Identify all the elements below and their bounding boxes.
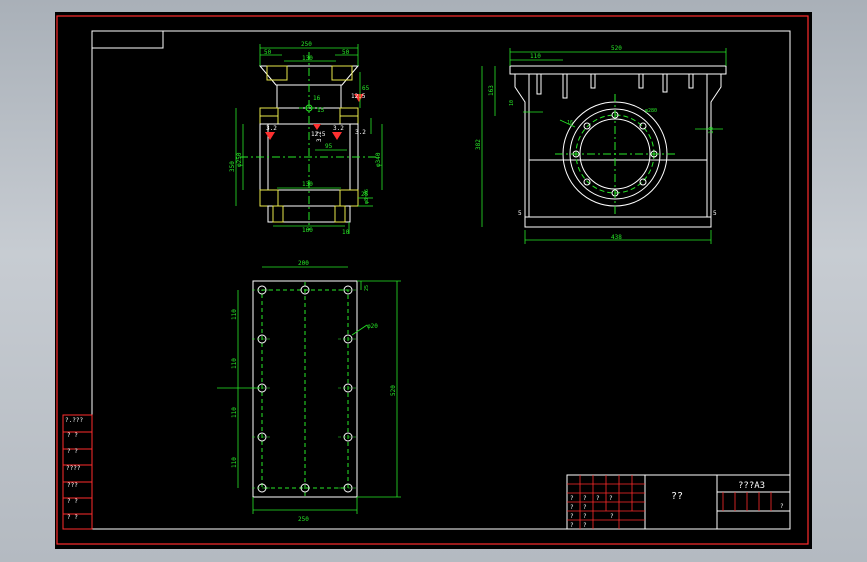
- side-view: 520 110 382 163 10 16 438 10 5 5 φ280: [475, 45, 727, 244]
- corner-box: [91, 30, 164, 49]
- grid-mark: ?: [583, 495, 587, 502]
- plate-seg: 110: [231, 309, 238, 320]
- dim-pipe-dia: 16: [313, 95, 321, 102]
- dim-top-width: 250: [301, 41, 312, 48]
- left-side-table: ?.??? ? ? ? ? ???? ??? ? ? ? ?: [62, 414, 93, 530]
- inner-frame: [91, 30, 791, 530]
- left-table-cell: ? ?: [67, 432, 78, 439]
- dim-inner-top: 130: [302, 55, 313, 62]
- side-dim-rt: 10: [708, 126, 715, 134]
- dim-c: 15: [317, 107, 325, 114]
- dim-right-flange: 50: [342, 49, 350, 56]
- side-dim-small: 16: [567, 120, 573, 126]
- plate-view: 200 250 520 φ20 25 110 110 110 110: [217, 260, 401, 523]
- plate-seg: 110: [231, 457, 238, 468]
- grid-mark: ?: [780, 503, 784, 510]
- side-circle-label: φ280: [645, 108, 657, 114]
- dim-bottom-inner: 130: [302, 181, 313, 188]
- title-block-format: ???A3: [738, 481, 765, 491]
- dim-weld-3: 3.2: [266, 125, 277, 132]
- cad-drawing: ?.??? ? ? ? ? ???? ??? ? ? ? ? ?? ???A3 …: [56, 15, 809, 545]
- grid-mark: ?: [583, 513, 587, 520]
- plate-dim-height: 520: [390, 385, 397, 396]
- grid-mark: ?: [583, 522, 587, 529]
- dim-left-flange: 50: [264, 49, 272, 56]
- dim-dia-right: φ340: [375, 152, 382, 167]
- cad-viewport[interactable]: ?.??? ? ? ? ? ???? ??? ? ? ? ? ?? ???A3 …: [55, 12, 812, 549]
- left-table-cell: ???: [67, 482, 78, 489]
- side-dim-bottom: 438: [611, 234, 622, 241]
- plate-seg: 110: [231, 358, 238, 369]
- grid-mark: ?: [583, 504, 587, 511]
- plate-hole-label: φ20: [367, 323, 378, 330]
- grid-mark: ?: [610, 513, 614, 520]
- dim-d: 3.2: [316, 131, 323, 142]
- side-dim-top-left: 110: [530, 53, 541, 60]
- dim-dia-left: φ250: [236, 152, 243, 167]
- dim-weld-5: 3.2: [355, 129, 366, 136]
- grid-mark: ?: [570, 522, 574, 529]
- side-corner-left: 5: [518, 210, 522, 217]
- left-table-cell: ? ?: [67, 514, 78, 521]
- dim-bottom-width: 160: [302, 227, 313, 234]
- dim-small: 10: [342, 229, 350, 236]
- plate-seg: 110: [231, 407, 238, 418]
- dim-95: 95: [325, 143, 333, 150]
- dim-right-b: φ8~M6: [364, 189, 370, 204]
- plate-dim-top: 200: [298, 260, 309, 267]
- grid-mark: ?: [570, 495, 574, 502]
- left-table-cell: ? ?: [67, 498, 78, 505]
- title-block: ?? ???A3 ? ? ? ? ? ? ? ? ? ? ? ?: [566, 474, 791, 530]
- front-view: 250 50 50 130 16 65 12.5 12.5 3.2 3.2 3.…: [229, 41, 383, 236]
- plate-corner-label: 25: [364, 285, 370, 291]
- left-table-cell: ? ?: [67, 448, 78, 455]
- dim-weld-1: 12.5: [351, 93, 366, 100]
- dim-height-left: 350: [229, 161, 236, 172]
- grid-mark: ?: [609, 495, 613, 502]
- side-corner-right: 5: [713, 210, 717, 217]
- plate-dim-bottom: 250: [298, 516, 309, 523]
- side-dim-h2: 163: [488, 85, 495, 96]
- side-dim-flange: 10: [509, 100, 515, 106]
- title-block-name: ??: [671, 491, 683, 502]
- side-dim-height: 382: [475, 139, 482, 150]
- outer-frame: [56, 15, 809, 545]
- left-table-cell: ????: [66, 465, 81, 472]
- grid-mark: ?: [570, 504, 574, 511]
- grid-mark: ?: [570, 513, 574, 520]
- side-dim-top-width: 520: [611, 45, 622, 52]
- grid-mark: ?: [596, 495, 600, 502]
- dim-weld-4: 3.2: [333, 125, 344, 132]
- left-table-cell: ?.???: [65, 417, 83, 424]
- dim-right-side: 65: [362, 85, 370, 92]
